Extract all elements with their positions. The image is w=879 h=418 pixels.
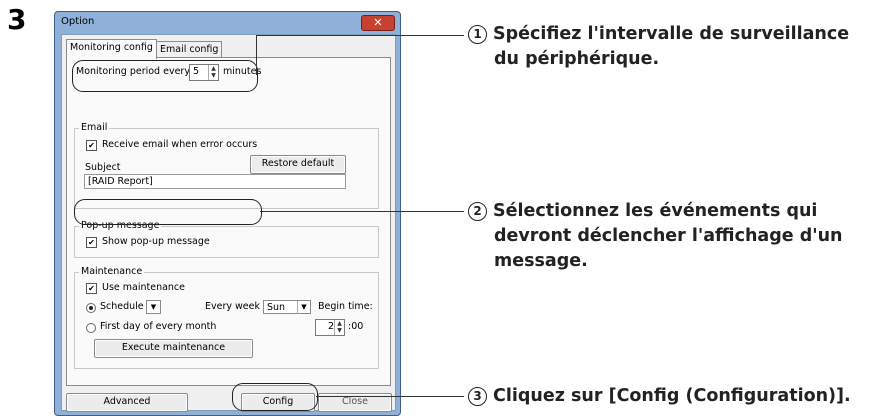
callout-3: 3 Cliquez sur [Config (Configuration)]. bbox=[468, 384, 851, 409]
show-popup-checkbox[interactable]: ✔ bbox=[86, 237, 97, 248]
leader-line-1-vertical bbox=[256, 35, 257, 75]
every-week-label: Every week bbox=[205, 301, 260, 312]
callout-3-line1: Cliquez sur [Config (Configuration)]. bbox=[493, 386, 851, 406]
schedule-dropdown[interactable]: ▼ bbox=[146, 300, 161, 314]
spinner-arrows-icon[interactable]: ▲ ▼ bbox=[334, 320, 344, 335]
leader-line-1 bbox=[256, 35, 464, 36]
popup-highlight bbox=[74, 199, 262, 225]
callout-1: 1 Spécifiez l'intervalle de surveillance … bbox=[468, 22, 849, 72]
config-highlight bbox=[232, 383, 318, 411]
restore-default-button[interactable]: Restore default bbox=[250, 155, 346, 174]
window-title: Option bbox=[61, 16, 95, 27]
first-day-label: First day of every month bbox=[100, 321, 217, 332]
use-maintenance-label: Use maintenance bbox=[102, 282, 186, 293]
schedule-radio[interactable] bbox=[86, 303, 96, 313]
show-popup-label: Show pop-up message bbox=[102, 236, 210, 247]
schedule-label: Schedule bbox=[100, 301, 144, 312]
callout-1-number: 1 bbox=[468, 25, 487, 44]
title-bar: Option ✕ bbox=[55, 12, 400, 34]
tab-monitoring-config[interactable]: Monitoring config bbox=[66, 39, 157, 59]
callout-2: 2 Sélectionnez les événements qui devront… bbox=[468, 199, 843, 274]
step-number: 3 bbox=[7, 3, 27, 36]
dropdown-arrow-icon: ▼ bbox=[150, 303, 157, 311]
use-maintenance-checkbox[interactable]: ✔ bbox=[86, 283, 97, 294]
leader-line-2 bbox=[260, 211, 464, 212]
first-day-radio[interactable] bbox=[86, 323, 96, 333]
begin-hour-spinner[interactable]: 2 ▲ ▼ bbox=[315, 319, 345, 336]
begin-time-label: Begin time: bbox=[318, 301, 373, 312]
subject-input[interactable]: [RAID Report] bbox=[84, 174, 346, 189]
callout-2-line3: message. bbox=[494, 251, 588, 271]
maintenance-group-title: Maintenance bbox=[79, 266, 145, 278]
callout-2-number: 2 bbox=[468, 202, 487, 221]
minutes-suffix: :00 bbox=[348, 321, 364, 332]
subject-label: Subject bbox=[85, 162, 121, 173]
monitoring-highlight bbox=[72, 60, 258, 92]
receive-email-label: Receive email when error occurs bbox=[102, 139, 258, 150]
tab-email-config[interactable]: Email config bbox=[156, 41, 223, 58]
advanced-button[interactable]: Advanced bbox=[66, 393, 188, 412]
callout-3-number: 3 bbox=[468, 387, 487, 406]
chevron-down-icon: ▼ bbox=[297, 301, 310, 314]
day-select[interactable]: Sun ▼ bbox=[263, 300, 311, 314]
execute-maintenance-button[interactable]: Execute maintenance bbox=[94, 339, 253, 358]
email-group-title: Email bbox=[79, 122, 110, 134]
receive-email-checkbox[interactable]: ✔ bbox=[86, 140, 97, 151]
close-icon[interactable]: ✕ bbox=[361, 15, 395, 31]
callout-2-line1: Sélectionnez les événements qui bbox=[493, 201, 818, 221]
day-select-value: Sun bbox=[267, 302, 286, 313]
callout-1-line2: du périphérique. bbox=[494, 49, 660, 69]
callout-1-line1: Spécifiez l'intervalle de surveillance bbox=[493, 24, 850, 44]
leader-line-3 bbox=[316, 396, 464, 397]
callout-2-line2: devront déclencher l'affichage d'un bbox=[494, 226, 843, 246]
